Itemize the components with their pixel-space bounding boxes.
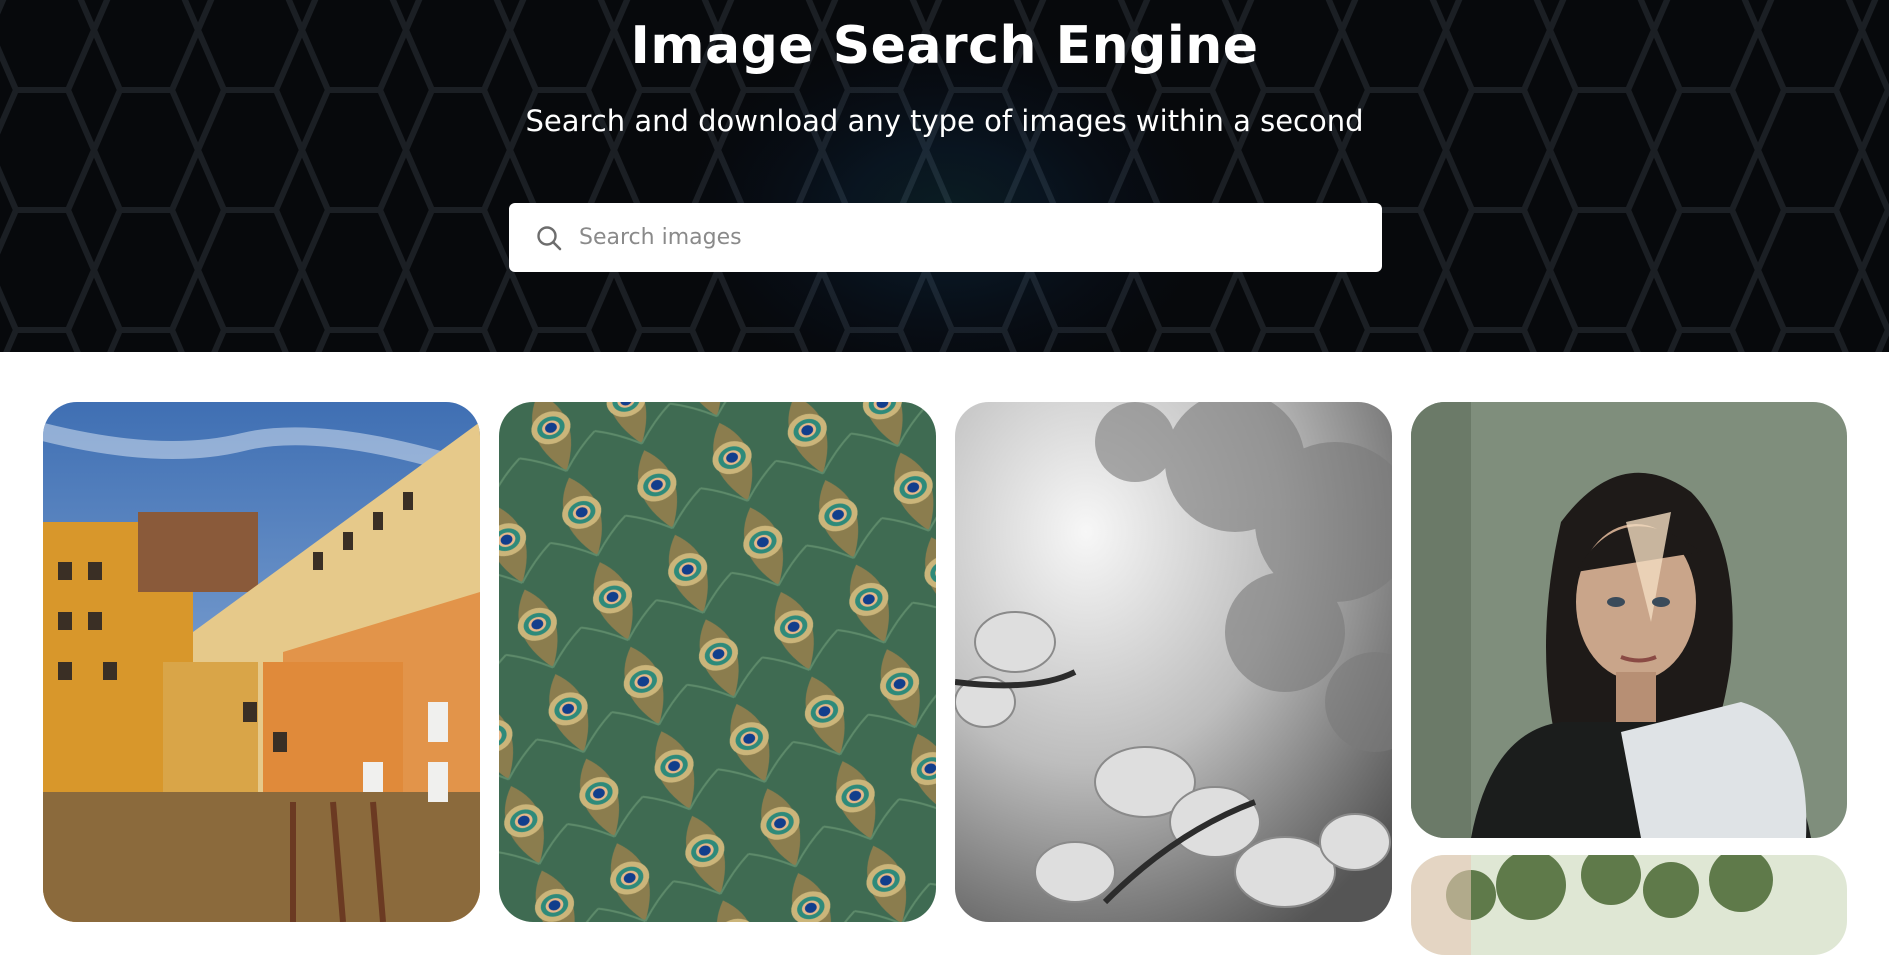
portrait-image bbox=[1411, 402, 1847, 838]
magnolia-image bbox=[955, 402, 1392, 922]
image-card-buildings[interactable] bbox=[43, 402, 480, 922]
page-title: Image Search Engine bbox=[630, 16, 1259, 76]
image-card-magnolia[interactable] bbox=[955, 402, 1392, 922]
page-subtitle: Search and download any type of images w… bbox=[525, 104, 1364, 138]
trees-image bbox=[1411, 855, 1847, 955]
hero-banner: Image Search Engine Search and download … bbox=[0, 0, 1889, 352]
search-input[interactable] bbox=[579, 217, 1359, 258]
image-card-peacock[interactable] bbox=[499, 402, 936, 922]
buildings-image bbox=[43, 402, 480, 922]
search-icon bbox=[537, 225, 562, 250]
image-card-trees[interactable] bbox=[1411, 855, 1847, 955]
image-card-portrait[interactable] bbox=[1411, 402, 1847, 838]
search-box[interactable] bbox=[509, 203, 1382, 272]
peacock-feathers-image bbox=[499, 402, 936, 922]
